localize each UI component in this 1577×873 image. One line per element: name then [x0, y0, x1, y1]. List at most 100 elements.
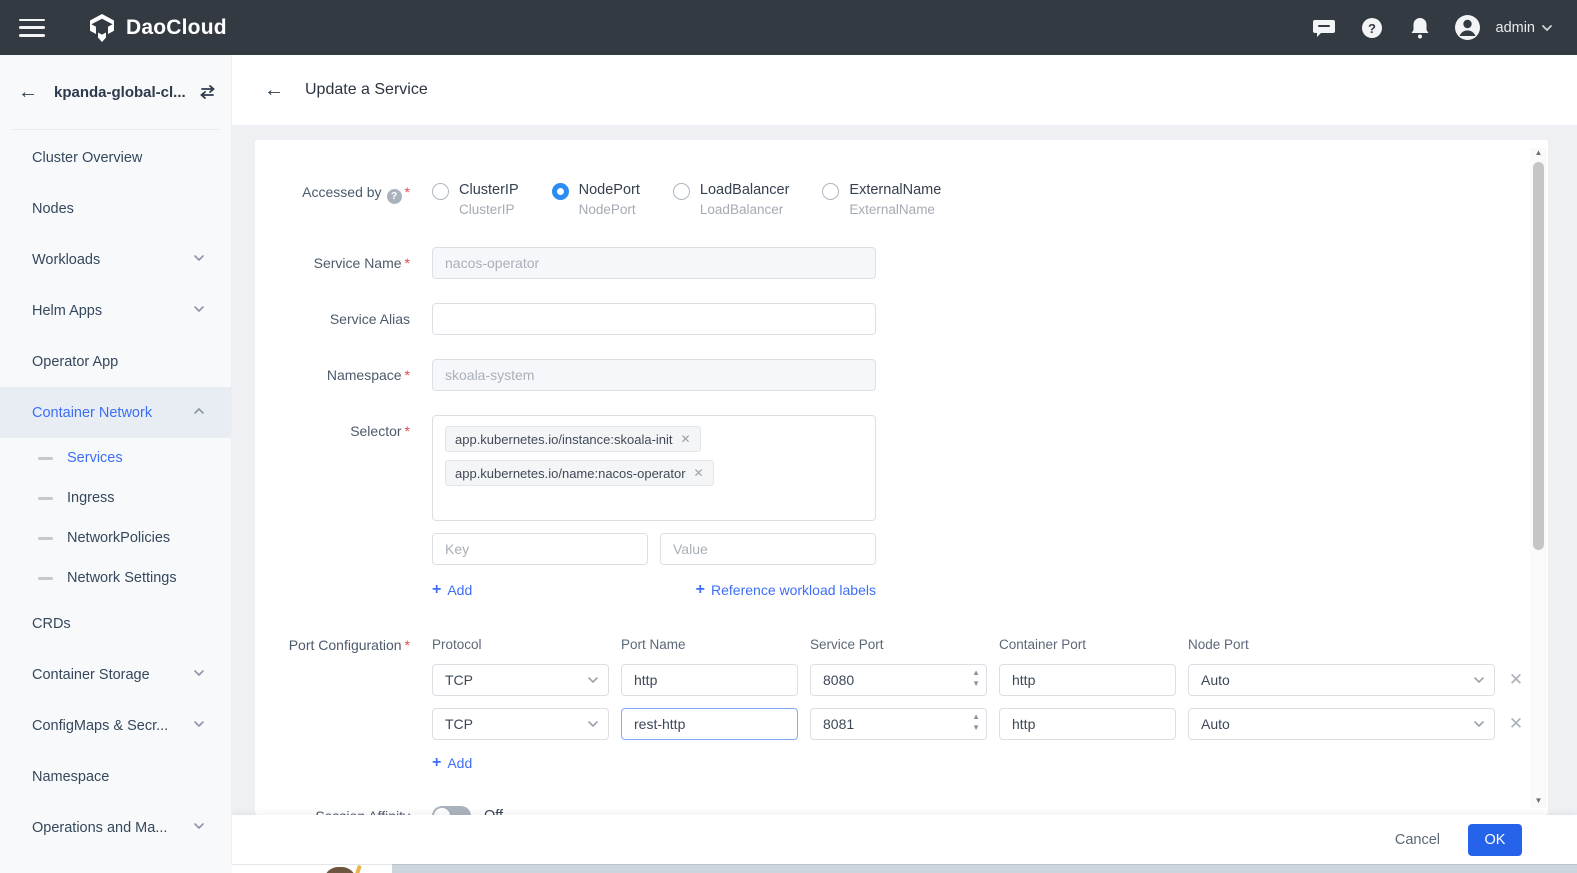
required-asterisk: *: [405, 423, 410, 439]
selector-tags-box[interactable]: app.kubernetes.io/instance:skoala-init✕a…: [432, 415, 876, 521]
radio-option-clusterip[interactable]: ClusterIPClusterIP: [432, 182, 519, 217]
ok-button[interactable]: OK: [1468, 824, 1522, 856]
protocol-select-value[interactable]: [432, 708, 609, 740]
username[interactable]: admin: [1496, 20, 1536, 36]
service-port-stepper[interactable]: ▲▼: [810, 708, 987, 740]
scrollbar-down-arrow-icon[interactable]: ▼: [1535, 796, 1543, 808]
cancel-button[interactable]: Cancel: [1395, 832, 1440, 848]
brand-name: DaoCloud: [126, 16, 227, 40]
stepper-arrows[interactable]: ▲▼: [972, 668, 980, 689]
page-back-icon[interactable]: ←: [264, 80, 284, 100]
bell-icon[interactable]: [1396, 4, 1444, 52]
service-alias-input[interactable]: [432, 303, 876, 335]
sidebar-item-configmaps-secr[interactable]: ConfigMaps & Secr...: [0, 700, 231, 751]
sidebar-item-workloads[interactable]: Workloads: [0, 234, 231, 285]
port-column-header: Protocol: [432, 637, 609, 652]
sidebar-back-icon[interactable]: ←: [18, 82, 38, 102]
radio-selected-icon[interactable]: [552, 183, 569, 200]
required-asterisk: *: [405, 255, 410, 271]
scrollbar-thumb[interactable]: [1533, 162, 1544, 550]
message-icon[interactable]: [1300, 4, 1348, 52]
tag-remove-icon[interactable]: ✕: [681, 432, 691, 446]
sidebar-subitem-network-settings[interactable]: Network Settings: [0, 558, 231, 598]
sidebar-item-container-network[interactable]: Container Network: [0, 387, 231, 438]
selector-add-button[interactable]: +Add: [432, 581, 472, 599]
sidebar-subitem-networkpolicies[interactable]: NetworkPolicies: [0, 518, 231, 558]
stepper-down-icon[interactable]: ▼: [972, 723, 980, 733]
sidebar-subitem-services[interactable]: Services: [0, 438, 231, 478]
selector-tag: app.kubernetes.io/name:nacos-operator✕: [445, 460, 714, 486]
remove-port-row-icon[interactable]: ✕: [1507, 714, 1525, 734]
container-port-input[interactable]: [999, 664, 1176, 696]
service-port-stepper[interactable]: ▲▼: [810, 664, 987, 696]
dash-icon: [38, 497, 53, 500]
radio-icon[interactable]: [822, 183, 839, 200]
remove-port-row-icon[interactable]: ✕: [1507, 670, 1525, 690]
radio-option-nodeport[interactable]: NodePortNodePort: [552, 182, 640, 217]
plus-icon: +: [432, 754, 441, 772]
node-port-select[interactable]: [1188, 664, 1495, 696]
radio-option-externalname[interactable]: ExternalNameExternalName: [822, 182, 941, 217]
user-menu-chevron-down-icon[interactable]: [1541, 22, 1553, 34]
dash-icon: [38, 577, 53, 580]
sidebar-subitem-label: Network Settings: [67, 570, 177, 586]
accessed-by-help-icon[interactable]: ?: [387, 189, 402, 204]
sidebar-item-label: ConfigMaps & Secr...: [32, 718, 168, 734]
avatar[interactable]: [1444, 4, 1492, 52]
sidebar-item-container-storage[interactable]: Container Storage: [0, 649, 231, 700]
scrollbar-up-arrow-icon[interactable]: ▲: [1535, 148, 1543, 160]
help-icon[interactable]: ?: [1348, 4, 1396, 52]
protocol-select[interactable]: [432, 708, 609, 740]
sidebar-item-helm-apps[interactable]: Helm Apps: [0, 285, 231, 336]
required-asterisk: *: [405, 184, 410, 200]
sidebar-item-nodes[interactable]: Nodes: [0, 183, 231, 234]
stepper-up-icon[interactable]: ▲: [972, 668, 980, 678]
node-port-select[interactable]: [1188, 708, 1495, 740]
port-name-input[interactable]: [621, 708, 798, 740]
selector-value-input[interactable]: [660, 533, 876, 565]
stepper-up-icon[interactable]: ▲: [972, 712, 980, 722]
port-add-button[interactable]: +Add: [432, 754, 472, 772]
node-port-select-value[interactable]: [1188, 664, 1495, 696]
selector-key-input[interactable]: [432, 533, 648, 565]
service-port-input[interactable]: [810, 664, 987, 696]
sidebar-item-crds[interactable]: CRDs: [0, 598, 231, 649]
svg-text:?: ?: [1368, 21, 1376, 36]
radio-option-loadbalancer[interactable]: LoadBalancerLoadBalancer: [673, 182, 790, 217]
sidebar-item-label: CRDs: [32, 616, 71, 632]
port-name-input[interactable]: [621, 664, 798, 696]
reference-workload-labels-button[interactable]: +Reference workload labels: [696, 581, 876, 599]
sidebar: ← kpanda-global-cl... Cluster OverviewNo…: [0, 55, 232, 873]
hamburger-menu-icon[interactable]: [19, 19, 45, 37]
sidebar-item-namespace[interactable]: Namespace: [0, 751, 231, 802]
namespace-input[interactable]: [432, 359, 876, 391]
tag-remove-icon[interactable]: ✕: [694, 466, 704, 480]
sidebar-item-operator-app[interactable]: Operator App: [0, 336, 231, 387]
required-asterisk: *: [405, 367, 410, 383]
service-alias-label: Service Alias: [255, 311, 432, 327]
sidebar-item-operations-and-ma[interactable]: Operations and Ma...: [0, 802, 231, 853]
radio-icon[interactable]: [673, 183, 690, 200]
daocloud-logo-icon: [87, 13, 117, 43]
sidebar-subitem-ingress[interactable]: Ingress: [0, 478, 231, 518]
sidebar-item-cluster-overview[interactable]: Cluster Overview: [0, 132, 231, 183]
card-scrollbar[interactable]: ▲ ▼: [1530, 148, 1547, 808]
service-name-input[interactable]: [432, 247, 876, 279]
radio-sublabel: LoadBalancer: [700, 202, 790, 217]
switch-cluster-icon[interactable]: [198, 84, 217, 100]
node-port-select-value[interactable]: [1188, 708, 1495, 740]
stepper-arrows[interactable]: ▲▼: [972, 712, 980, 733]
cluster-name[interactable]: kpanda-global-cl...: [54, 84, 186, 101]
port-configuration-label: Port Configuration*: [255, 637, 432, 653]
radio-icon[interactable]: [432, 183, 449, 200]
container-port-input[interactable]: [999, 708, 1176, 740]
sidebar-item-label: Container Storage: [32, 667, 150, 683]
sidebar-item-label: Operations and Ma...: [32, 820, 167, 836]
protocol-select-value[interactable]: [432, 664, 609, 696]
service-port-input[interactable]: [810, 708, 987, 740]
protocol-select[interactable]: [432, 664, 609, 696]
stepper-down-icon[interactable]: ▼: [972, 679, 980, 689]
accessed-by-radio-group: ClusterIPClusterIP NodePortNodePort LoadBa…: [432, 182, 941, 217]
daocloud-logo[interactable]: DaoCloud: [87, 13, 227, 43]
chevron-down-icon: [193, 667, 205, 683]
